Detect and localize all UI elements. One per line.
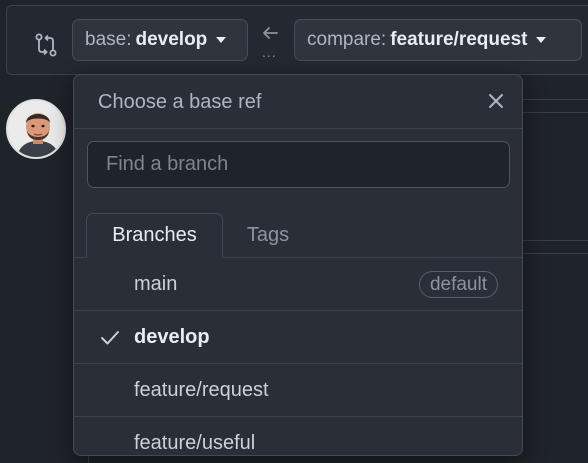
arrow-left-icon xyxy=(263,27,278,39)
branch-list: main default develop feature/request fea… xyxy=(74,258,522,455)
check-icon xyxy=(101,331,119,345)
compare-branch-button[interactable]: compare: feature/request xyxy=(294,19,582,61)
compare-page: base: develop ... compare: feature/reque… xyxy=(0,0,588,463)
git-compare-icon xyxy=(35,33,57,57)
compare-branch-value: feature/request xyxy=(390,29,528,50)
base-branch-value: develop xyxy=(135,29,208,50)
branch-name: feature/request xyxy=(134,378,269,401)
default-badge: default xyxy=(418,271,498,298)
branch-name: develop xyxy=(134,325,210,348)
branch-search-input[interactable] xyxy=(87,141,510,188)
branch-item-develop[interactable]: develop xyxy=(74,311,522,364)
background-divider xyxy=(522,253,588,254)
dropdown-title: Choose a base ref xyxy=(98,91,262,113)
caret-down-icon xyxy=(536,37,547,43)
background-divider xyxy=(88,456,89,463)
branch-item-feature-request[interactable]: feature/request xyxy=(74,364,522,417)
background-divider xyxy=(522,99,588,100)
branch-name: main xyxy=(134,272,178,295)
base-ref-dropdown: Choose a base ref Branches Tags main def… xyxy=(73,74,523,456)
base-branch-button[interactable]: base: develop xyxy=(72,19,248,61)
avatar[interactable] xyxy=(6,99,66,159)
branch-item-main[interactable]: main default xyxy=(74,258,522,311)
caret-down-icon xyxy=(216,37,227,43)
close-icon[interactable] xyxy=(484,89,508,113)
background-divider xyxy=(522,240,588,241)
ellipsis-indicator: ... xyxy=(262,44,277,60)
tab-branches[interactable]: Branches xyxy=(86,213,223,258)
base-prefix: base: xyxy=(85,29,132,50)
branch-item-feature-useful[interactable]: feature/useful xyxy=(74,417,522,455)
background-divider xyxy=(522,112,588,113)
branch-name: feature/useful xyxy=(134,432,256,454)
dropdown-header: Choose a base ref xyxy=(74,75,522,129)
compare-prefix: compare: xyxy=(307,29,387,50)
tab-tags[interactable]: Tags xyxy=(234,213,302,258)
user-avatar-icon xyxy=(8,101,64,157)
